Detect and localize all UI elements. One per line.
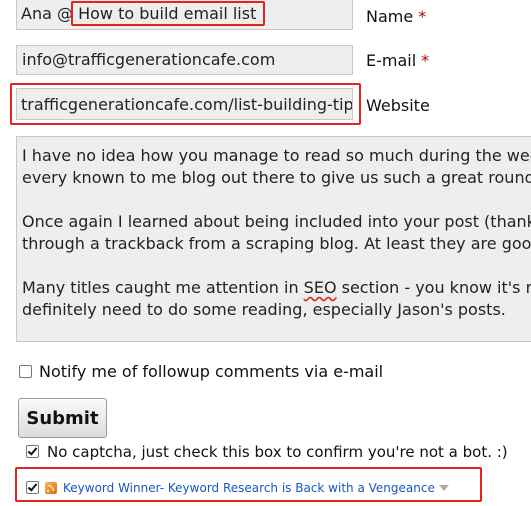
- comment-textarea[interactable]: I have no idea how you manage to read so…: [16, 136, 531, 342]
- commentluv-option: Keyword Winner- Keyword Research is Back…: [26, 481, 449, 495]
- commentluv-checkbox[interactable]: [26, 481, 39, 494]
- comment-line: I have no idea how you manage to read so…: [22, 146, 531, 165]
- website-label: Website: [366, 96, 430, 115]
- comment-line: definitely need to do some reading, espe…: [22, 300, 506, 319]
- submit-button[interactable]: Submit: [18, 398, 107, 438]
- misspelled-word: SEO: [303, 278, 337, 297]
- notify-checkbox[interactable]: [19, 365, 32, 378]
- rss-icon: [45, 481, 57, 494]
- comment-line: through a trackback from a scraping blog…: [22, 234, 531, 253]
- caret-down-icon[interactable]: [438, 484, 449, 491]
- captcha-checkbox[interactable]: [26, 445, 39, 458]
- commentluv-post-link[interactable]: Keyword Winner- Keyword Research is Back…: [63, 481, 435, 495]
- required-marker: *: [421, 51, 430, 70]
- comment-line: Many titles caught me attention in SEO s…: [22, 278, 531, 297]
- email-label: E-mail *: [366, 51, 430, 70]
- captcha-option: No captcha, just check this box to confi…: [26, 443, 508, 461]
- name-keywords: How to build email list: [78, 4, 257, 23]
- required-marker: *: [418, 7, 427, 26]
- email-field[interactable]: info@trafficgenerationcafe.com: [16, 45, 353, 75]
- comment-line: every known to me blog out there to give…: [22, 168, 531, 187]
- captcha-label: No captcha, just check this box to confi…: [47, 443, 508, 461]
- name-field[interactable]: Ana @ How to build email list: [16, 0, 353, 30]
- name-prefix: Ana @: [21, 4, 73, 23]
- name-label: Name *: [366, 7, 427, 26]
- notify-label: Notify me of followup comments via e-mai…: [39, 362, 384, 381]
- website-field[interactable]: trafficgenerationcafe.com/list-building-…: [16, 88, 353, 120]
- comment-line: Once again I learned about being include…: [22, 212, 531, 231]
- notify-option: Notify me of followup comments via e-mai…: [19, 362, 383, 381]
